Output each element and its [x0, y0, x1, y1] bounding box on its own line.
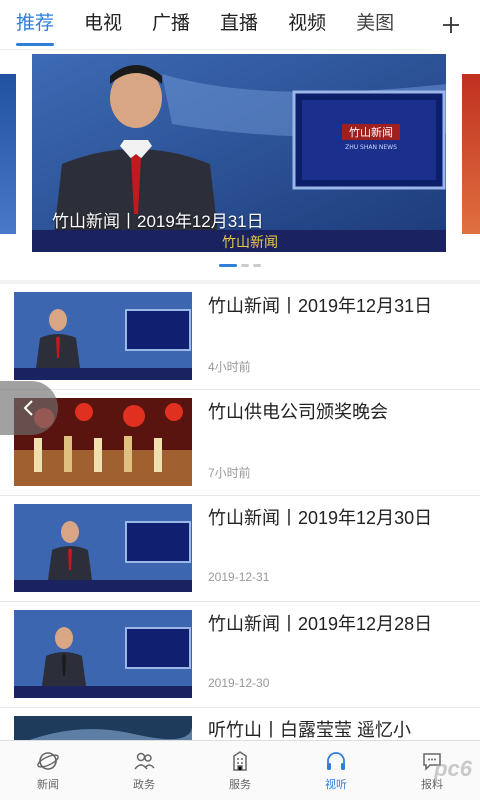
news-list: 竹山新闻丨2019年12月31日 4小时前 竹山供电公司颁奖晚会 7小时前 竹山… — [0, 284, 480, 748]
carousel-indicator — [0, 264, 480, 267]
nav-government[interactable]: 政务 — [96, 741, 192, 800]
nav-services[interactable]: 服务 — [192, 741, 288, 800]
planet-icon — [37, 752, 59, 770]
tab-photos[interactable]: 美图 — [356, 0, 394, 50]
list-item[interactable]: 竹山供电公司颁奖晚会 7小时前 — [0, 390, 480, 496]
news-title: 竹山新闻丨2019年12月31日 — [208, 296, 433, 316]
nav-audiovisual[interactable]: 视听 — [288, 741, 384, 800]
nav-services-label: 服务 — [229, 779, 251, 791]
news-time: 7小时前 — [208, 466, 251, 480]
banner-slide[interactable]: 竹山新闻 ZHU SHAN NEWS 竹山新闻 竹山新闻丨2019年12月31日 — [32, 54, 446, 252]
carousel-dot-3 — [253, 264, 261, 267]
tab-video[interactable]: 视频 — [288, 0, 326, 50]
next-slide-peek — [462, 74, 480, 234]
chevron-left-icon — [23, 400, 33, 416]
carousel-dot-2 — [241, 264, 249, 267]
carousel-dot-1 — [219, 264, 237, 267]
prev-slide-peek — [0, 74, 16, 234]
add-channel-button[interactable] — [422, 0, 480, 50]
news-time: 2019-12-30 — [208, 676, 270, 690]
tab-live[interactable]: 直播 — [220, 0, 258, 50]
ticker-text: 竹山新闻 — [222, 235, 278, 251]
news-thumbnail — [14, 292, 192, 380]
banner-carousel[interactable]: 竹山新闻 ZHU SHAN NEWS 竹山新闻 竹山新闻丨2019年12月31日 — [0, 50, 480, 280]
studio-logo-sub: ZHU SHAN NEWS — [345, 144, 397, 151]
news-time: 4小时前 — [208, 360, 251, 374]
headphones-icon — [327, 752, 345, 770]
plus-icon — [443, 17, 459, 33]
studio-logo: 竹山新闻 — [349, 125, 393, 139]
nav-audiovisual-label: 视听 — [325, 779, 347, 791]
list-item[interactable]: 竹山新闻丨2019年12月31日 4小时前 — [0, 284, 480, 390]
tab-recommend[interactable]: 推荐 — [16, 0, 55, 50]
people-icon — [134, 752, 155, 770]
news-title: 竹山新闻丨2019年12月28日 — [208, 614, 433, 634]
news-title: 竹山新闻丨2019年12月30日 — [208, 508, 433, 528]
news-title: 竹山供电公司颁奖晚会 — [208, 402, 388, 422]
list-item[interactable]: 竹山新闻丨2019年12月28日 2019-12-30 — [0, 602, 480, 708]
news-thumbnail — [14, 610, 192, 698]
nav-news-label: 新闻 — [37, 779, 59, 791]
news-time: 2019-12-31 — [208, 570, 270, 584]
building-icon — [233, 751, 247, 771]
back-button[interactable] — [0, 381, 58, 435]
list-item[interactable]: 竹山新闻丨2019年12月30日 2019-12-31 — [0, 496, 480, 602]
tab-radio[interactable]: 广播 — [152, 0, 190, 50]
nav-government-label: 政务 — [133, 779, 155, 791]
news-thumbnail — [14, 504, 192, 592]
channel-tabs: 推荐 电视 广播 直播 视频 美图 — [0, 0, 480, 50]
nav-news[interactable]: 新闻 — [0, 741, 96, 800]
tab-tv[interactable]: 电视 — [84, 0, 122, 50]
banner-caption: 竹山新闻丨2019年12月31日 — [52, 212, 264, 231]
watermark: pc6 — [434, 756, 472, 781]
top-tab-bar: 推荐 电视 广播 直播 视频 美图 — [0, 0, 480, 50]
bottom-navigation: 新闻 政务 服务 视听 报料 — [0, 740, 480, 800]
